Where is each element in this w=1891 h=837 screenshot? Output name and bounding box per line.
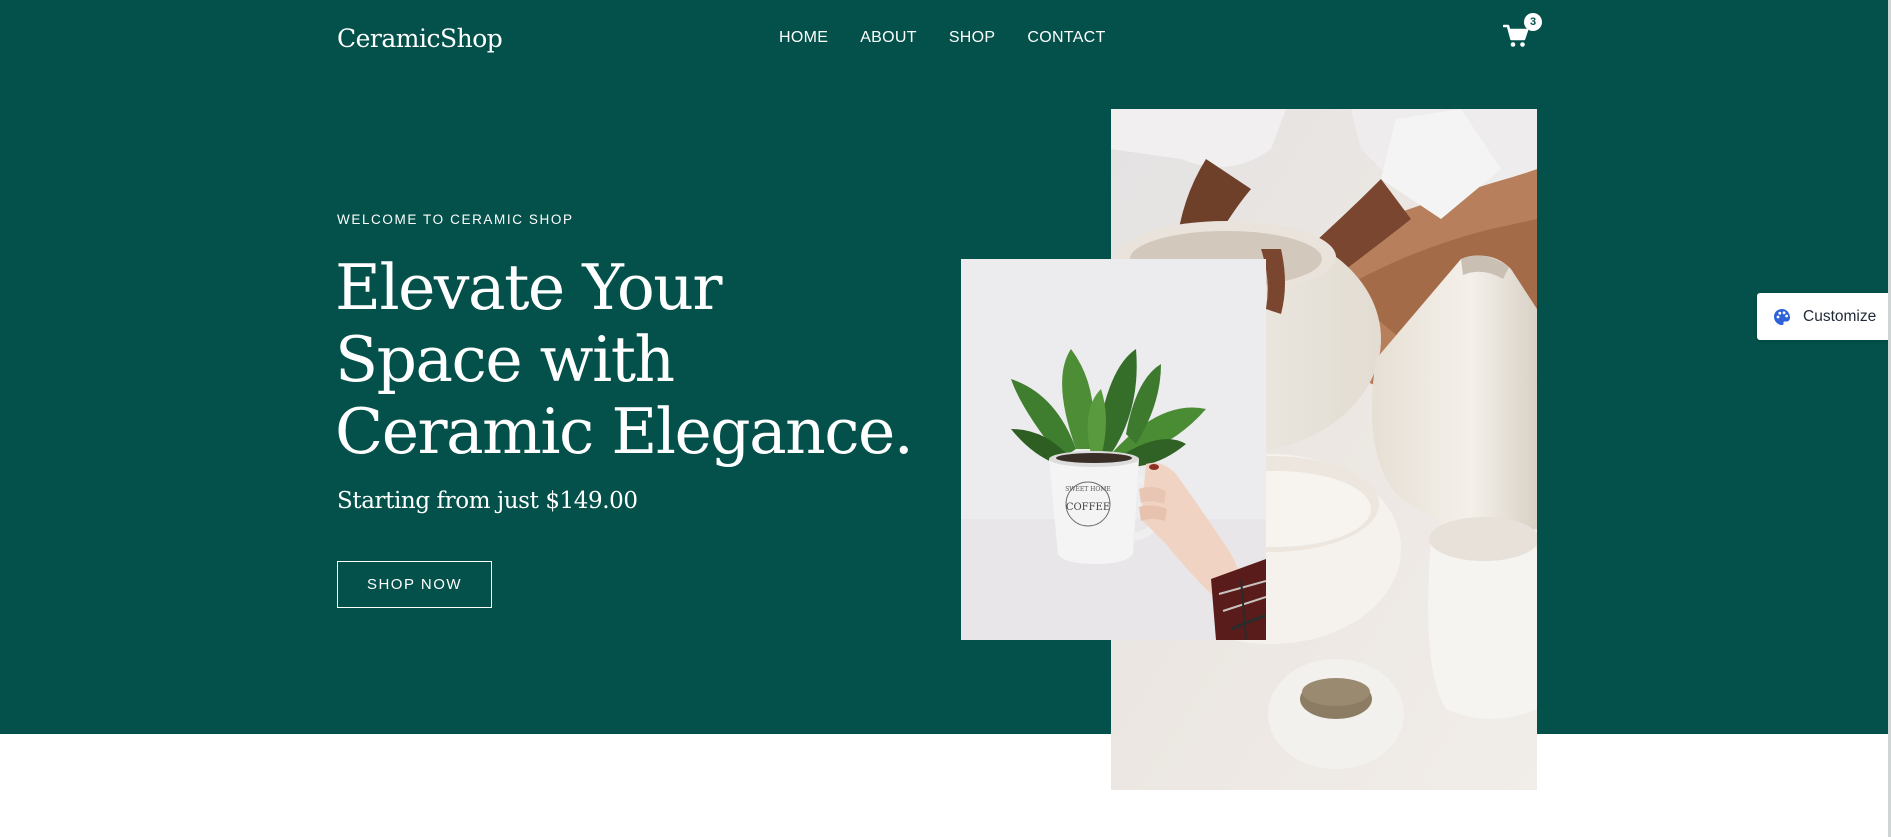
headline-line-3: Ceramic Elegance.: [335, 395, 914, 468]
hero-eyebrow: WELCOME TO CERAMIC SHOP: [337, 212, 574, 227]
customize-button[interactable]: Customize: [1757, 293, 1888, 340]
customize-label: Customize: [1803, 307, 1877, 325]
nav-contact-link[interactable]: CONTACT: [1027, 29, 1105, 47]
cart-count-badge: 3: [1524, 13, 1542, 31]
palette-icon: [1773, 308, 1791, 326]
headline-line-1: Elevate Your: [335, 251, 722, 324]
mug-print-line-2: COFFEE: [1066, 502, 1110, 513]
hero-headline: Elevate Your Space with Ceramic Elegance…: [335, 252, 935, 468]
hero-price-subheadline: Starting from just $149.00: [337, 488, 638, 514]
main-nav: HOME ABOUT SHOP CONTACT: [779, 29, 1138, 47]
nav-shop-link[interactable]: SHOP: [949, 29, 996, 47]
nav-home-link[interactable]: HOME: [779, 29, 828, 47]
plant-mug-photo: SWEET HOME COFFEE: [961, 259, 1266, 640]
site-logo[interactable]: CeramicShop: [337, 24, 503, 53]
headline-line-2: Space with: [335, 323, 675, 396]
shop-now-button[interactable]: SHOP NOW: [337, 561, 492, 608]
hero-section: [0, 0, 1891, 734]
mug-print-line-1: SWEET HOME: [1065, 486, 1111, 493]
nav-about-link[interactable]: ABOUT: [860, 29, 917, 47]
